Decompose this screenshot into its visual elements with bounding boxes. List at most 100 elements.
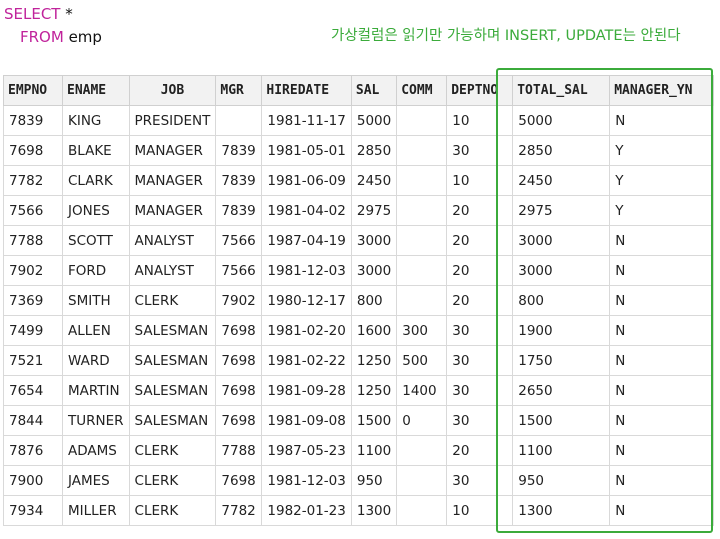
cell-mgr: 7698 bbox=[215, 375, 263, 406]
cell-sal: 1100 bbox=[350, 435, 398, 466]
column-header-hiredate[interactable]: HIREDATE bbox=[261, 75, 352, 106]
cell-empno: 7839 bbox=[3, 105, 63, 136]
table-row[interactable]: 7369 SMITH CLERK 7902 1980-12-17 800 20 800 N bbox=[3, 285, 715, 316]
cell-ename: JAMES bbox=[62, 465, 130, 496]
cell-deptno: 30 bbox=[446, 405, 514, 436]
cell-deptno: 20 bbox=[446, 285, 514, 316]
cell-hiredate: 1982-01-23 bbox=[261, 495, 352, 526]
cell-comm bbox=[396, 465, 448, 496]
column-header-mgr[interactable]: MGR bbox=[215, 75, 263, 106]
cell-empno: 7782 bbox=[3, 165, 63, 196]
cell-ename: SMITH bbox=[62, 285, 130, 316]
cell-hiredate: 1981-02-20 bbox=[261, 315, 352, 346]
cell-ename: SCOTT bbox=[62, 225, 130, 256]
cell-empno: 7788 bbox=[3, 225, 63, 256]
cell-deptno: 30 bbox=[446, 375, 514, 406]
cell-total-sal: 5000 bbox=[512, 105, 611, 136]
cell-total-sal: 800 bbox=[512, 285, 611, 316]
cell-ename: CLARK bbox=[62, 165, 130, 196]
table-row[interactable]: 7900 JAMES CLERK 7698 1981-12-03 950 30 950 N bbox=[3, 465, 715, 496]
table-row[interactable]: 7839 KING PRESIDENT 1981-11-17 5000 10 5000 N bbox=[3, 105, 715, 136]
cell-empno: 7902 bbox=[3, 255, 63, 286]
column-header-deptno[interactable]: DEPTNO bbox=[446, 75, 514, 106]
cell-job: MANAGER bbox=[128, 135, 217, 166]
cell-job: CLERK bbox=[128, 465, 217, 496]
table-row[interactable]: 7521 WARD SALESMAN 7698 1981-02-22 1250 500 30 1… bbox=[3, 345, 715, 376]
cell-deptno: 10 bbox=[446, 495, 514, 526]
table-row[interactable]: 7934 MILLER CLERK 7782 1982-01-23 1300 10 1300 N bbox=[3, 495, 715, 526]
column-header-sal[interactable]: SAL bbox=[350, 75, 398, 106]
column-header-empno[interactable]: EMPNO bbox=[3, 75, 63, 106]
cell-sal: 1500 bbox=[350, 405, 398, 436]
cell-total-sal: 950 bbox=[512, 465, 611, 496]
cell-ename: JONES bbox=[62, 195, 130, 226]
cell-sal: 1250 bbox=[350, 345, 398, 376]
cell-empno: 7566 bbox=[3, 195, 63, 226]
cell-total-sal: 2450 bbox=[512, 165, 611, 196]
column-header-total-sal[interactable]: TOTAL_SAL bbox=[512, 75, 611, 106]
cell-hiredate: 1981-05-01 bbox=[261, 135, 352, 166]
cell-mgr: 7782 bbox=[215, 495, 263, 526]
table-row[interactable]: 7698 BLAKE MANAGER 7839 1981-05-01 2850 30 2850… bbox=[3, 135, 715, 166]
cell-job: SALESMAN bbox=[128, 345, 217, 376]
cell-ename: TURNER bbox=[62, 405, 130, 436]
column-header-comm[interactable]: COMM bbox=[396, 75, 448, 106]
table-row[interactable]: 7654 MARTIN SALESMAN 7698 1981-09-28 1250 1400… bbox=[3, 375, 715, 406]
cell-total-sal: 2650 bbox=[512, 375, 611, 406]
cell-empno: 7876 bbox=[3, 435, 63, 466]
cell-total-sal: 2850 bbox=[512, 135, 611, 166]
cell-comm bbox=[396, 195, 448, 226]
table-row[interactable]: 7788 SCOTT ANALYST 7566 1987-04-19 3000 20 3000… bbox=[3, 225, 715, 256]
cell-empno: 7844 bbox=[3, 405, 63, 436]
cell-job: SALESMAN bbox=[128, 375, 217, 406]
cell-sal: 1250 bbox=[350, 375, 398, 406]
cell-deptno: 20 bbox=[446, 195, 514, 226]
table-row[interactable]: 7566 JONES MANAGER 7839 1981-04-02 2975 20 2975… bbox=[3, 195, 715, 226]
cell-empno: 7934 bbox=[3, 495, 63, 526]
cell-deptno: 30 bbox=[446, 465, 514, 496]
from-keyword: FROM bbox=[20, 28, 64, 46]
cell-manager-yn: N bbox=[609, 345, 715, 376]
cell-hiredate: 1980-12-17 bbox=[261, 285, 352, 316]
column-header-manager-yn[interactable]: MANAGER_YN bbox=[609, 75, 715, 106]
column-header-ename[interactable]: ENAME bbox=[62, 75, 130, 106]
cell-comm: 300 bbox=[396, 315, 448, 346]
cell-empno: 7654 bbox=[3, 375, 63, 406]
cell-total-sal: 1900 bbox=[512, 315, 611, 346]
cell-total-sal: 1300 bbox=[512, 495, 611, 526]
cell-manager-yn: Y bbox=[609, 165, 715, 196]
cell-hiredate: 1981-02-22 bbox=[261, 345, 352, 376]
cell-mgr: 7566 bbox=[215, 225, 263, 256]
cell-mgr: 7566 bbox=[215, 255, 263, 286]
column-header-job[interactable]: JOB bbox=[128, 75, 217, 106]
cell-mgr bbox=[215, 105, 263, 136]
table-row[interactable]: 7844 TURNER SALESMAN 7698 1981-09-08 1500 0 30 1… bbox=[3, 405, 715, 436]
cell-ename: ALLEN bbox=[62, 315, 130, 346]
cell-job: PRESIDENT bbox=[128, 105, 217, 136]
cell-mgr: 7698 bbox=[215, 315, 263, 346]
cell-manager-yn: Y bbox=[609, 195, 715, 226]
cell-sal: 1300 bbox=[350, 495, 398, 526]
cell-manager-yn: Y bbox=[609, 135, 715, 166]
table-row[interactable]: 7782 CLARK MANAGER 7839 1981-06-09 2450 10 2450… bbox=[3, 165, 715, 196]
header-row: EMPNO ENAME JOB MGR HIREDATE SAL COMM DEPTNO TOT… bbox=[3, 75, 715, 106]
select-columns: * bbox=[60, 5, 73, 23]
cell-manager-yn: N bbox=[609, 495, 715, 526]
cell-empno: 7900 bbox=[3, 465, 63, 496]
cell-deptno: 30 bbox=[446, 345, 514, 376]
table-row[interactable]: 7499 ALLEN SALESMAN 7698 1981-02-20 1600 300 30… bbox=[3, 315, 715, 346]
cell-empno: 7369 bbox=[3, 285, 63, 316]
cell-comm bbox=[396, 255, 448, 286]
table-row[interactable]: 7876 ADAMS CLERK 7788 1987-05-23 1100 20 1100 N bbox=[3, 435, 715, 466]
cell-comm bbox=[396, 285, 448, 316]
table-row[interactable]: 7902 FORD ANALYST 7566 1981-12-03 3000 20 3000 N bbox=[3, 255, 715, 286]
virtual-column-note: 가상컬럼은 읽기만 가능하며 INSERT, UPDATE는 안된다 bbox=[331, 28, 681, 44]
cell-comm: 1400 bbox=[396, 375, 448, 406]
cell-job: ANALYST bbox=[128, 225, 217, 256]
cell-deptno: 20 bbox=[446, 225, 514, 256]
cell-comm: 500 bbox=[396, 345, 448, 376]
cell-hiredate: 1987-04-19 bbox=[261, 225, 352, 256]
cell-total-sal: 1100 bbox=[512, 435, 611, 466]
cell-deptno: 10 bbox=[446, 105, 514, 136]
cell-manager-yn: N bbox=[609, 375, 715, 406]
